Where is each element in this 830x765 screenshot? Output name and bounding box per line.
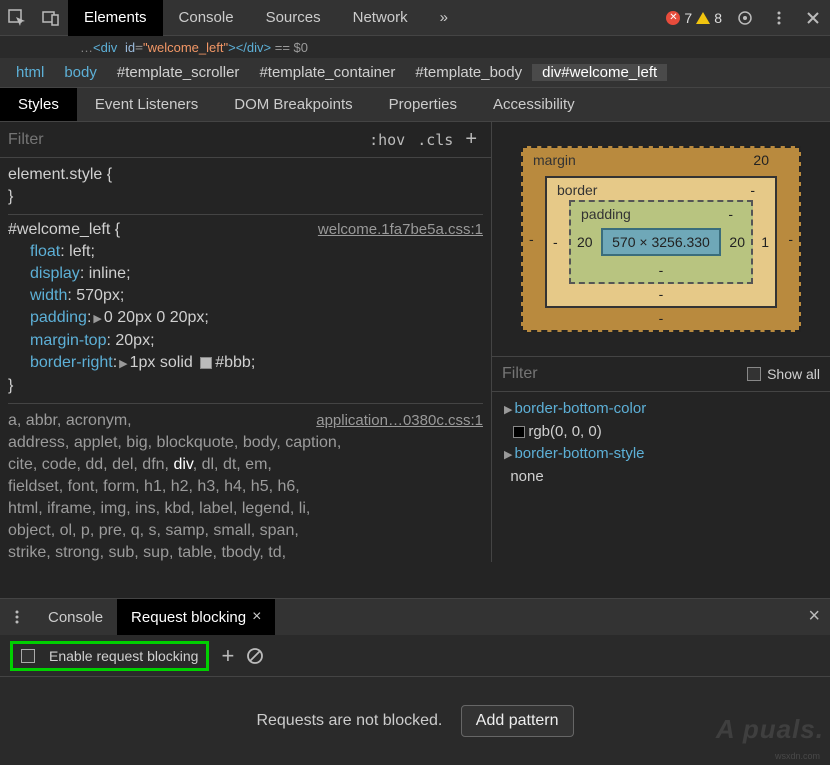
- padding-bottom-val[interactable]: -: [659, 262, 664, 278]
- enable-request-blocking[interactable]: Enable request blocking: [10, 641, 209, 671]
- selector-text: element.style {: [8, 164, 483, 186]
- subtab-properties[interactable]: Properties: [371, 88, 475, 121]
- clear-blocking-icon[interactable]: [246, 647, 264, 665]
- crumb-template-body[interactable]: #template_body: [405, 64, 532, 81]
- box-model: margin 20 - - - border - - 1 - padding -…: [492, 122, 830, 356]
- rule-element-style[interactable]: element.style { }: [8, 164, 483, 208]
- margin-right-val[interactable]: -: [788, 231, 793, 247]
- show-all-label: Show all: [767, 366, 820, 382]
- kebab-menu-icon[interactable]: [762, 0, 796, 36]
- rule-source-link[interactable]: application…0380c.css:1: [316, 410, 483, 432]
- watermark-url: wsxdn.com: [775, 751, 820, 761]
- tab-network[interactable]: Network: [337, 0, 424, 36]
- warning-count: 8: [714, 10, 722, 26]
- devtools-toolbar: Elements Console Sources Network » ✕ 7 8: [0, 0, 830, 36]
- drawer-close-icon[interactable]: ×: [808, 605, 820, 628]
- device-toggle-icon[interactable]: [34, 0, 68, 36]
- close-devtools-icon[interactable]: [796, 0, 830, 36]
- border-left-val[interactable]: -: [553, 234, 558, 250]
- main-tabs: Elements Console Sources Network »: [68, 0, 464, 36]
- error-count: 7: [684, 10, 692, 26]
- empty-message: Requests are not blocked.: [256, 712, 442, 729]
- crumb-html[interactable]: html: [6, 64, 54, 81]
- subtab-event-listeners[interactable]: Event Listeners: [77, 88, 216, 121]
- border-right-val[interactable]: 1: [761, 234, 769, 250]
- request-blocking-toolbar: Enable request blocking +: [0, 635, 830, 677]
- padding-left-val[interactable]: 20: [577, 234, 593, 250]
- computed-pane: margin 20 - - - border - - 1 - padding -…: [492, 122, 830, 562]
- margin-left-val[interactable]: -: [529, 231, 534, 247]
- margin-top-val[interactable]: 20: [753, 152, 769, 168]
- expand-icon[interactable]: ▶: [119, 353, 127, 375]
- styles-rules-pane: :hov .cls + element.style { } welcome.1f…: [0, 122, 492, 562]
- color-swatch-icon[interactable]: [200, 357, 212, 369]
- rule-inherited[interactable]: application…0380c.css:1 a, abbr, acronym…: [8, 410, 483, 562]
- border-label: border: [557, 182, 597, 198]
- close-tab-icon[interactable]: ×: [252, 608, 261, 626]
- cls-toggle[interactable]: .cls: [411, 131, 459, 149]
- add-pattern-button[interactable]: Add pattern: [461, 705, 574, 737]
- expand-icon[interactable]: ▶: [504, 399, 512, 421]
- tab-console[interactable]: Console: [163, 0, 250, 36]
- warning-icon: [696, 12, 710, 24]
- computed-item[interactable]: ▶border-bottom-color rgb(0, 0, 0): [502, 398, 820, 443]
- styles-filter-input[interactable]: [8, 131, 363, 149]
- dom-breadcrumb: html body #template_scroller #template_c…: [0, 58, 830, 88]
- brace-close: }: [8, 375, 483, 397]
- selected-dom-node[interactable]: …<div id="welcome_left"></div> == $0: [0, 36, 830, 58]
- color-swatch-icon[interactable]: [513, 426, 525, 438]
- subtab-dom-breakpoints[interactable]: DOM Breakpoints: [216, 88, 370, 121]
- expand-icon[interactable]: ▶: [93, 308, 101, 330]
- drawer-tab-console[interactable]: Console: [34, 599, 117, 635]
- hov-toggle[interactable]: :hov: [363, 131, 411, 149]
- crumb-scroller[interactable]: #template_scroller: [107, 64, 250, 81]
- styles-panes: :hov .cls + element.style { } welcome.1f…: [0, 122, 830, 562]
- watermark: A puals.: [716, 714, 824, 745]
- border-bottom-val[interactable]: -: [659, 286, 664, 302]
- request-blocking-empty: Requests are not blocked. Add pattern: [0, 677, 830, 765]
- show-all-checkbox[interactable]: [747, 367, 761, 381]
- computed-item[interactable]: ▶border-bottom-style none: [502, 443, 820, 488]
- crumb-container[interactable]: #template_container: [249, 64, 405, 81]
- css-rules-list: element.style { } welcome.1fa7be5a.css:1…: [0, 158, 491, 562]
- brace-close: }: [8, 186, 483, 208]
- rule-source-link[interactable]: welcome.1fa7be5a.css:1: [318, 219, 483, 241]
- border-top-val[interactable]: -: [750, 182, 755, 198]
- subtab-accessibility[interactable]: Accessibility: [475, 88, 593, 121]
- content-size[interactable]: 570 × 3256.330: [601, 228, 721, 256]
- subtab-styles[interactable]: Styles: [0, 88, 77, 121]
- drawer-tab-label: Request blocking: [131, 609, 246, 626]
- padding-top-val[interactable]: -: [728, 206, 733, 222]
- new-rule-button[interactable]: +: [459, 128, 483, 151]
- drawer: Console Request blocking × × Enable requ…: [0, 598, 830, 765]
- styles-filter-row: :hov .cls +: [0, 122, 491, 158]
- computed-filter-row: Show all: [492, 356, 830, 392]
- more-tabs[interactable]: »: [424, 0, 464, 36]
- enable-label: Enable request blocking: [49, 648, 198, 664]
- settings-icon[interactable]: [728, 0, 762, 36]
- tab-elements[interactable]: Elements: [68, 0, 163, 36]
- expand-icon[interactable]: ▶: [504, 444, 512, 466]
- drawer-kebab-icon[interactable]: [0, 599, 34, 635]
- crumb-body[interactable]: body: [54, 64, 107, 81]
- tab-sources[interactable]: Sources: [250, 0, 337, 36]
- drawer-tabs: Console Request blocking × ×: [0, 599, 830, 635]
- error-icon: ✕: [666, 11, 680, 25]
- padding-right-val[interactable]: 20: [729, 234, 745, 250]
- rule-welcome-left[interactable]: welcome.1fa7be5a.css:1 #welcome_left { f…: [8, 219, 483, 397]
- inspect-icon[interactable]: [0, 0, 34, 36]
- crumb-selected[interactable]: div#welcome_left: [532, 64, 667, 81]
- add-blocking-pattern-icon[interactable]: +: [221, 643, 234, 669]
- enable-checkbox[interactable]: [21, 649, 35, 663]
- margin-label: margin: [533, 152, 576, 168]
- computed-properties: ▶border-bottom-color rgb(0, 0, 0) ▶borde…: [492, 392, 830, 494]
- element-subtabs: Styles Event Listeners DOM Breakpoints P…: [0, 88, 830, 122]
- issue-badges[interactable]: ✕ 7 8: [660, 10, 728, 26]
- computed-filter-input[interactable]: [502, 365, 747, 383]
- margin-bottom-val[interactable]: -: [659, 310, 664, 326]
- drawer-tab-request-blocking[interactable]: Request blocking ×: [117, 599, 275, 635]
- padding-label: padding: [581, 206, 631, 222]
